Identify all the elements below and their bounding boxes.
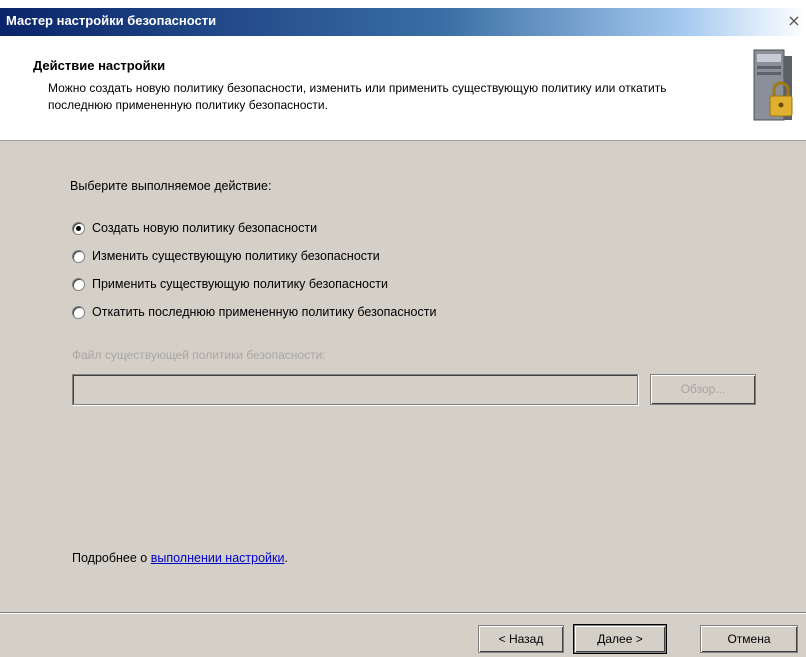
radio-button[interactable] bbox=[72, 249, 85, 263]
more-info-link[interactable]: выполнении настройки bbox=[151, 551, 285, 565]
action-prompt: Выберите выполняемое действие: bbox=[70, 179, 272, 193]
more-info-suffix: . bbox=[284, 551, 288, 565]
option-rollback-policy[interactable]: Откатить последнюю примененную политику … bbox=[72, 298, 436, 326]
footer-divider bbox=[0, 612, 806, 614]
action-radio-group: Создать новую политику безопасности Изме… bbox=[72, 214, 436, 326]
more-info-prefix: Подробнее о bbox=[72, 551, 151, 565]
option-label: Откатить последнюю примененную политику … bbox=[92, 305, 437, 319]
back-button[interactable]: < Назад bbox=[478, 625, 564, 653]
radio-button[interactable] bbox=[72, 277, 85, 291]
existing-policy-file-label: Файл существующей политики безопасности: bbox=[72, 348, 326, 362]
radio-button[interactable] bbox=[72, 305, 85, 319]
policy-file-input[interactable] bbox=[72, 374, 638, 405]
page-description: Можно создать новую политику безопасност… bbox=[48, 81, 667, 112]
server-lock-icon bbox=[753, 49, 793, 121]
next-button[interactable]: Далее > bbox=[573, 624, 667, 654]
page-title: Действие настройки bbox=[33, 58, 166, 73]
option-create-policy[interactable]: Создать новую политику безопасности bbox=[72, 214, 436, 242]
wizard-header: Действие настройки Можно создать новую п… bbox=[0, 36, 806, 141]
option-label: Изменить существующую политику безопасно… bbox=[92, 249, 380, 263]
option-edit-policy[interactable]: Изменить существующую политику безопасно… bbox=[72, 242, 436, 270]
option-label: Создать новую политику безопасности bbox=[92, 221, 318, 235]
title-bar[interactable]: Мастер настройки безопасности × bbox=[0, 8, 806, 36]
radio-button[interactable] bbox=[72, 221, 85, 235]
cancel-button[interactable]: Отмена bbox=[700, 625, 798, 653]
window-title: Мастер настройки безопасности bbox=[6, 13, 217, 28]
wizard-window: Мастер настройки безопасности × Действие… bbox=[0, 8, 806, 657]
close-icon[interactable]: × bbox=[784, 11, 804, 31]
more-info-text: Подробнее о выполнении настройки. bbox=[72, 551, 288, 565]
option-apply-policy[interactable]: Применить существующую политику безопасн… bbox=[72, 270, 436, 298]
option-label: Применить существующую политику безопасн… bbox=[92, 277, 388, 291]
browse-button[interactable]: Обзор... bbox=[650, 374, 756, 405]
